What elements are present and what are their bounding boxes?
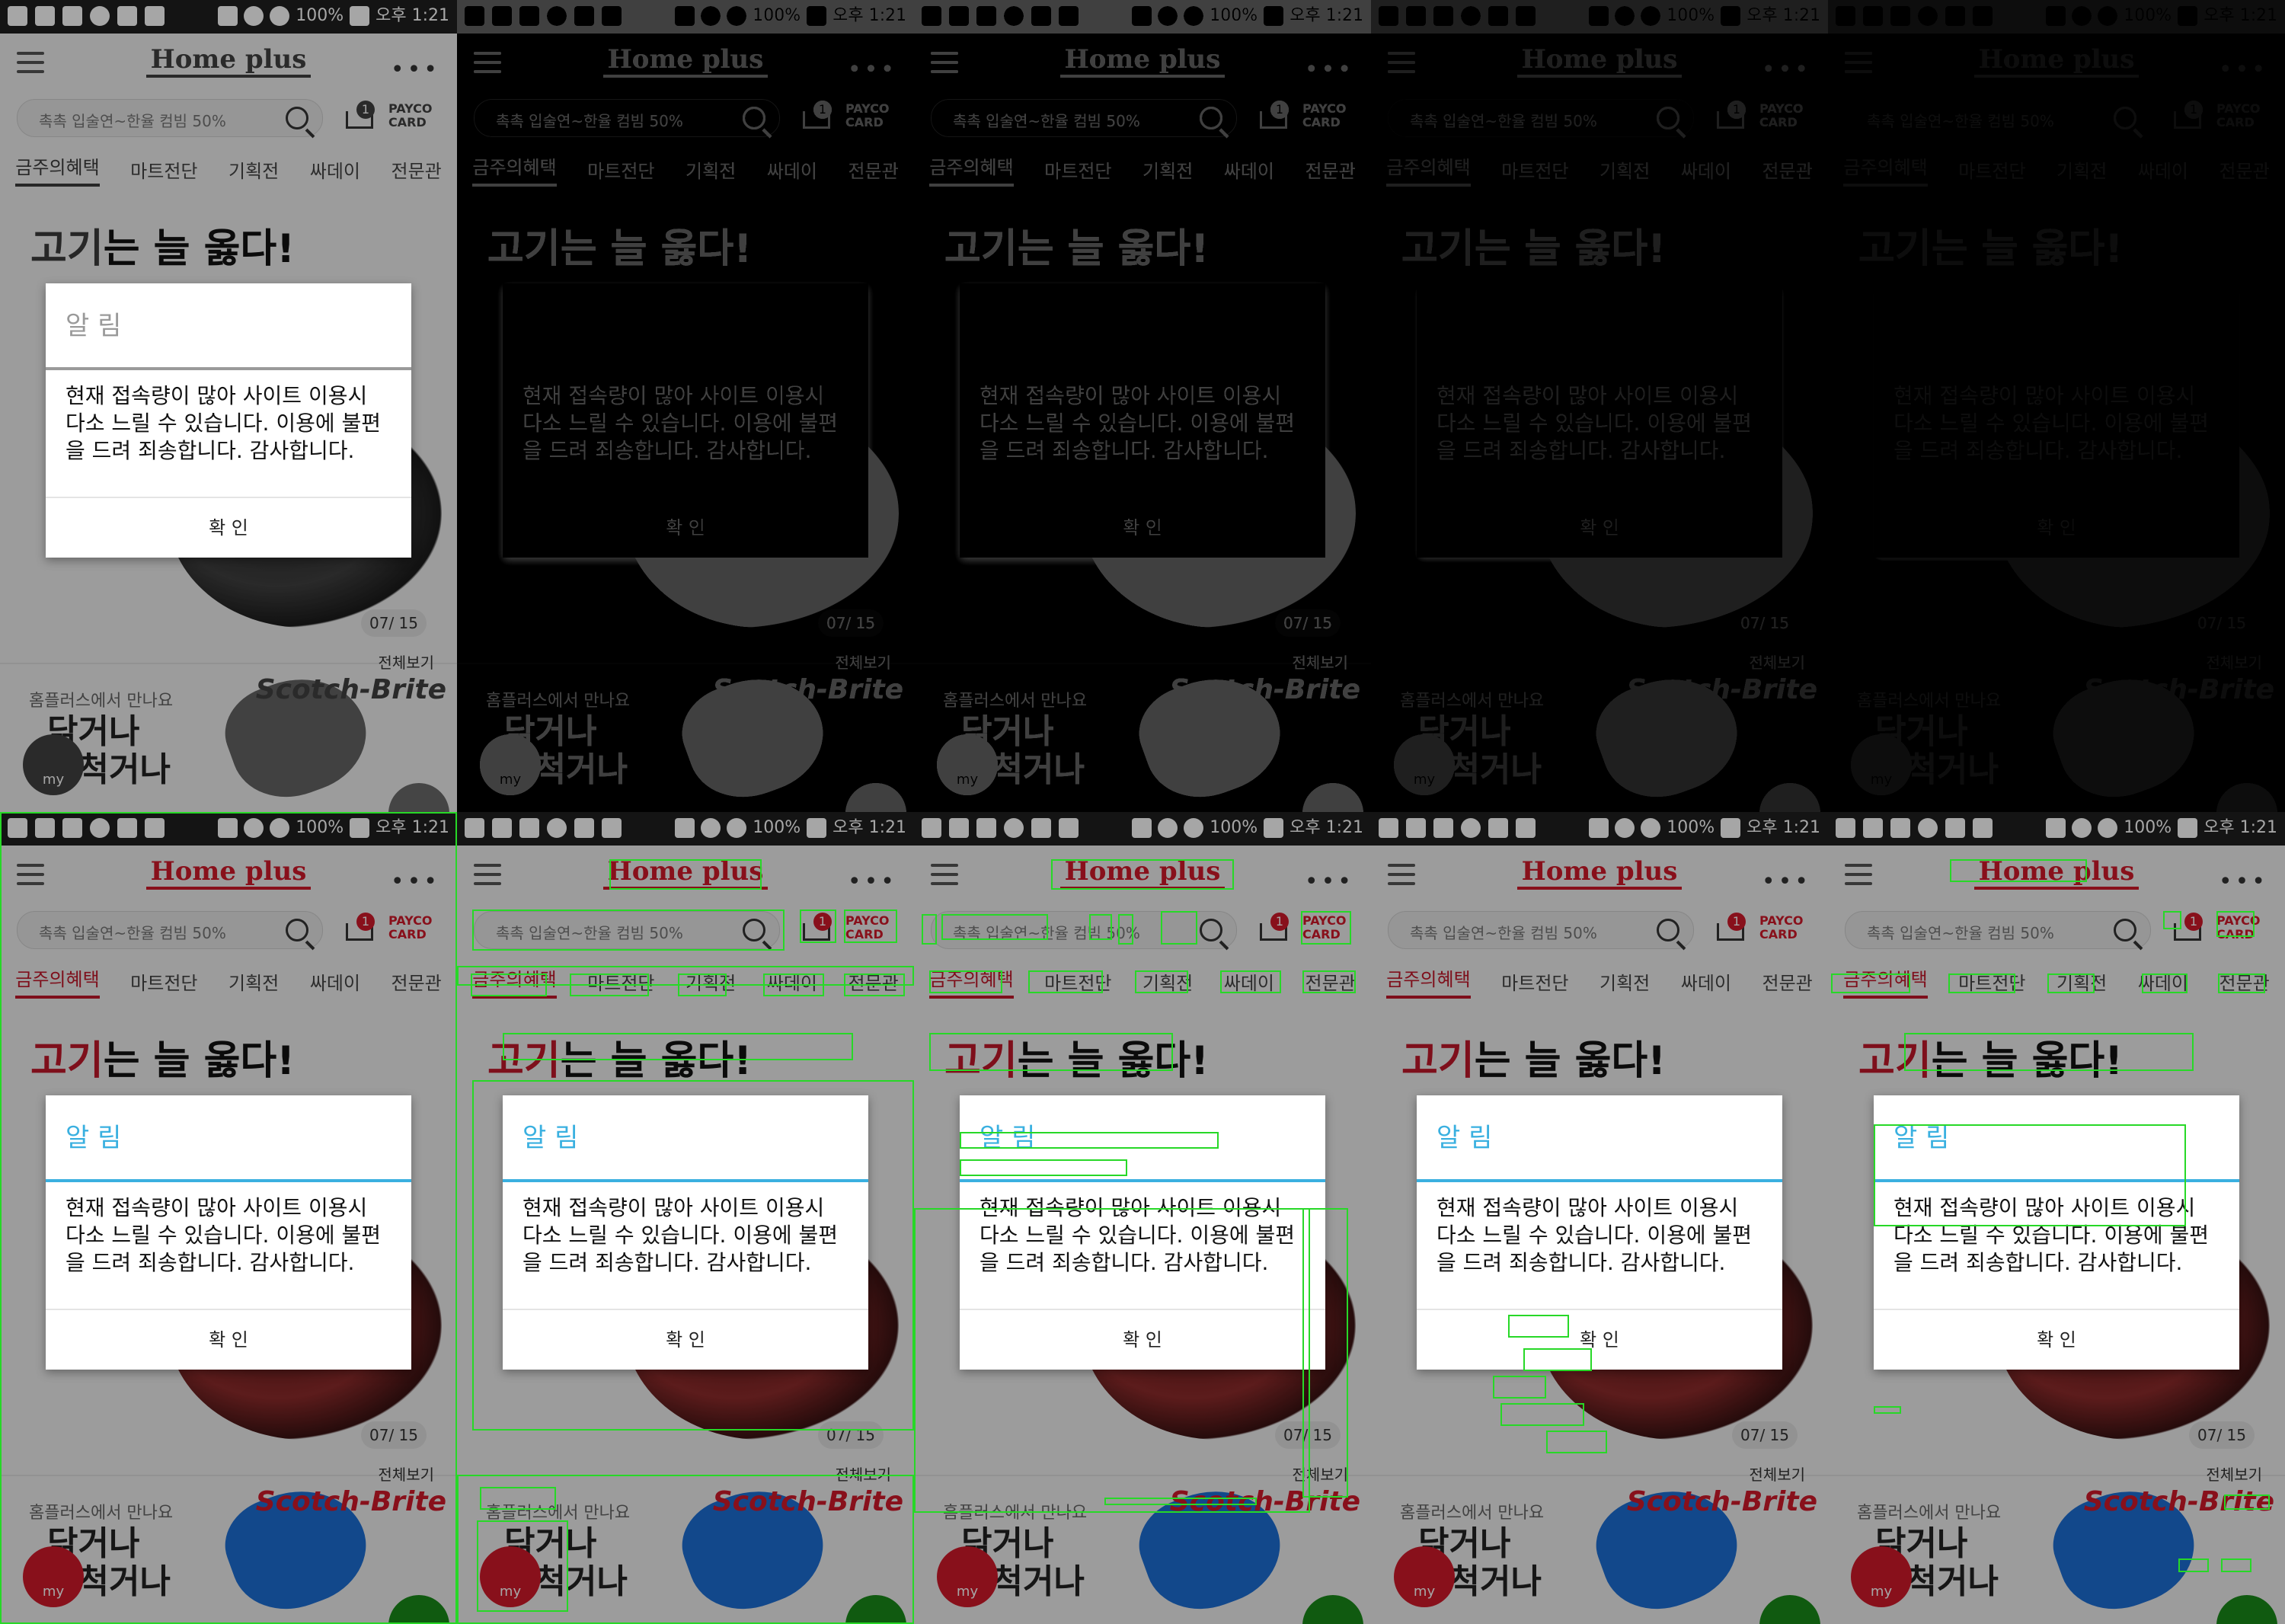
dialog-divider (503, 367, 868, 370)
dialog-title: 알 림 (66, 311, 122, 341)
dialog-ok-button[interactable]: 확 인 (46, 498, 411, 558)
app-screen: 100% 오후 1:21 Home plus ••• 촉촉 입술연~한율 컴빔 … (0, 812, 457, 1624)
app-screen: 100% 오후 1:21 Home plus ••• 촉촉 입술연~한율 컴빔 … (0, 0, 457, 812)
dialog-ok-button[interactable]: 확 인 (46, 1310, 411, 1370)
screen-panel-1: 100% 오후 1:21 Home plus ••• 촉촉 입술연~한율 컴빔 … (0, 0, 457, 812)
dialog-message: 현재 접속량이 많아 사이트 이용시 다소 느릴 수 있습니다. 이용에 불편을… (980, 1195, 1296, 1275)
dialog-title: 알 림 (980, 311, 1036, 341)
dialog-divider (1417, 367, 1782, 370)
dialog-ok-button[interactable]: 확 인 (960, 1310, 1325, 1370)
dialog-message: 현재 접속량이 많아 사이트 이용시 다소 느릴 수 있습니다. 이용에 불편을… (1437, 1195, 1753, 1275)
screen-panel-5: 100% 오후 1:21 Home plus ••• 촉촉 입술연~한율 컴빔 … (1828, 0, 2285, 812)
screen-panel-8: 100% 오후 1:21 Home plus ••• 촉촉 입술연~한율 컴빔 … (914, 812, 1371, 1624)
app-screen: 100% 오후 1:21 Home plus ••• 촉촉 입술연~한율 컴빔 … (1828, 812, 2285, 1624)
screen-panel-2: 100% 오후 1:21 Home plus ••• 촉촉 입술연~한율 컴빔 … (457, 0, 914, 812)
dialog-ok-button[interactable]: 확 인 (1874, 1310, 2239, 1370)
dialog-ok-button[interactable]: 확 인 (1417, 498, 1782, 558)
dialog-divider (1417, 1179, 1782, 1182)
screen-panel-9: 100% 오후 1:21 Home plus ••• 촉촉 입술연~한율 컴빔 … (1371, 812, 1828, 1624)
screen-panel-3: 100% 오후 1:21 Home plus ••• 촉촉 입술연~한율 컴빔 … (914, 0, 1371, 812)
screen-panel-10: 100% 오후 1:21 Home plus ••• 촉촉 입술연~한율 컴빔 … (1828, 812, 2285, 1624)
notice-dialog: 알 림 현재 접속량이 많아 사이트 이용시 다소 느릴 수 있습니다. 이용에… (1417, 283, 1782, 558)
app-screen: 100% 오후 1:21 Home plus ••• 촉촉 입술연~한율 컴빔 … (914, 812, 1371, 1624)
dialog-title: 알 림 (66, 1123, 122, 1153)
dialog-message: 현재 접속량이 많아 사이트 이용시 다소 느릴 수 있습니다. 이용에 불편을… (523, 1195, 839, 1275)
dialog-message: 현재 접속량이 많아 사이트 이용시 다소 느릴 수 있습니다. 이용에 불편을… (523, 383, 839, 463)
notice-dialog: 알 림 현재 접속량이 많아 사이트 이용시 다소 느릴 수 있습니다. 이용에… (1874, 1095, 2239, 1370)
notice-dialog: 알 림 현재 접속량이 많아 사이트 이용시 다소 느릴 수 있습니다. 이용에… (46, 283, 411, 558)
dialog-title: 알 림 (523, 1123, 579, 1153)
dialog-message: 현재 접속량이 많아 사이트 이용시 다소 느릴 수 있습니다. 이용에 불편을… (1894, 1195, 2210, 1275)
notice-dialog: 알 림 현재 접속량이 많아 사이트 이용시 다소 느릴 수 있습니다. 이용에… (1874, 283, 2239, 558)
dialog-message: 현재 접속량이 많아 사이트 이용시 다소 느릴 수 있습니다. 이용에 불편을… (1894, 383, 2210, 463)
screen-panel-6: 100% 오후 1:21 Home plus ••• 촉촉 입술연~한율 컴빔 … (0, 812, 457, 1624)
dialog-ok-button[interactable]: 확 인 (1874, 498, 2239, 558)
dialog-title: 알 림 (1894, 1123, 1950, 1153)
screen-panel-4: 100% 오후 1:21 Home plus ••• 촉촉 입술연~한율 컴빔 … (1371, 0, 1828, 812)
dialog-message: 현재 접속량이 많아 사이트 이용시 다소 느릴 수 있습니다. 이용에 불편을… (1437, 383, 1753, 463)
dialog-title: 알 림 (523, 311, 579, 341)
dialog-divider (960, 1179, 1325, 1182)
dialog-divider (960, 367, 1325, 370)
dialog-title: 알 림 (1894, 311, 1950, 341)
app-screen: 100% 오후 1:21 Home plus ••• 촉촉 입술연~한율 컴빔 … (1371, 812, 1828, 1624)
app-screen: 100% 오후 1:21 Home plus ••• 촉촉 입술연~한율 컴빔 … (1828, 0, 2285, 812)
dialog-message: 현재 접속량이 많아 사이트 이용시 다소 느릴 수 있습니다. 이용에 불편을… (66, 383, 382, 463)
dialog-divider (1874, 367, 2239, 370)
app-screen: 100% 오후 1:21 Home plus ••• 촉촉 입술연~한율 컴빔 … (914, 0, 1371, 812)
dialog-title: 알 림 (1437, 311, 1493, 341)
dialog-divider (503, 1179, 868, 1182)
dialog-ok-button[interactable]: 확 인 (960, 498, 1325, 558)
dialog-ok-button[interactable]: 확 인 (1417, 1310, 1782, 1370)
notice-dialog: 알 림 현재 접속량이 많아 사이트 이용시 다소 느릴 수 있습니다. 이용에… (503, 283, 868, 558)
dialog-title: 알 림 (980, 1123, 1036, 1153)
app-screen: 100% 오후 1:21 Home plus ••• 촉촉 입술연~한율 컴빔 … (1371, 0, 1828, 812)
notice-dialog: 알 림 현재 접속량이 많아 사이트 이용시 다소 느릴 수 있습니다. 이용에… (46, 1095, 411, 1370)
dialog-ok-button[interactable]: 확 인 (503, 498, 868, 558)
screen-panel-7: 100% 오후 1:21 Home plus ••• 촉촉 입술연~한율 컴빔 … (457, 812, 914, 1624)
notice-dialog: 알 림 현재 접속량이 많아 사이트 이용시 다소 느릴 수 있습니다. 이용에… (503, 1095, 868, 1370)
dialog-message: 현재 접속량이 많아 사이트 이용시 다소 느릴 수 있습니다. 이용에 불편을… (980, 383, 1296, 463)
dialog-message: 현재 접속량이 많아 사이트 이용시 다소 느릴 수 있습니다. 이용에 불편을… (66, 1195, 382, 1275)
notice-dialog: 알 림 현재 접속량이 많아 사이트 이용시 다소 느릴 수 있습니다. 이용에… (960, 283, 1325, 558)
dialog-divider (46, 367, 411, 370)
notice-dialog: 알 림 현재 접속량이 많아 사이트 이용시 다소 느릴 수 있습니다. 이용에… (1417, 1095, 1782, 1370)
dialog-title: 알 림 (1437, 1123, 1493, 1153)
app-screen: 100% 오후 1:21 Home plus ••• 촉촉 입술연~한율 컴빔 … (457, 812, 914, 1624)
app-screen: 100% 오후 1:21 Home plus ••• 촉촉 입술연~한율 컴빔 … (457, 0, 914, 812)
dialog-divider (1874, 1179, 2239, 1182)
dialog-ok-button[interactable]: 확 인 (503, 1310, 868, 1370)
notice-dialog: 알 림 현재 접속량이 많아 사이트 이용시 다소 느릴 수 있습니다. 이용에… (960, 1095, 1325, 1370)
dialog-divider (46, 1179, 411, 1182)
